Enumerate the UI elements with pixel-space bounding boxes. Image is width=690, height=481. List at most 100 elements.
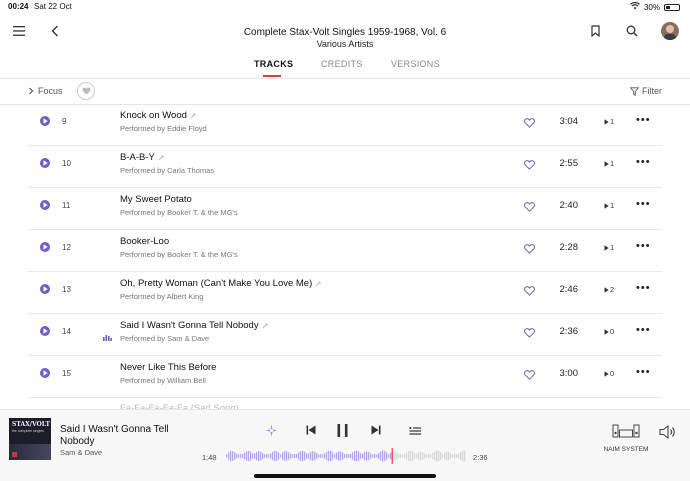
track-title[interactable]: My Sweet Potato <box>120 194 192 205</box>
now-playing-artist[interactable]: Sam & Dave <box>60 448 102 457</box>
volume-icon[interactable] <box>659 424 677 444</box>
play-count-icon <box>604 370 609 377</box>
track-performer[interactable]: Performed by Sam & Dave <box>120 334 209 343</box>
waveform-bar <box>346 454 348 458</box>
more-options-icon[interactable]: ••• <box>636 114 651 126</box>
favorite-track-icon[interactable] <box>523 199 536 217</box>
tab-tracks[interactable]: TRACKS <box>254 59 293 69</box>
track-performer[interactable]: Performed by William Bell <box>120 376 206 385</box>
more-options-icon[interactable]: ••• <box>636 366 651 378</box>
playhead[interactable] <box>391 448 393 464</box>
track-title[interactable]: Said I Wasn't Gonna Tell Nobody <box>120 320 268 331</box>
track-row[interactable]: 10 B-A-B-Y Performed by Carla Thomas 2:55 1 •… <box>28 146 662 188</box>
play-track-icon[interactable] <box>40 284 50 294</box>
track-row[interactable]: 14 Said I Wasn't Gonna Tell Nobody Perform… <box>28 314 662 356</box>
track-title[interactable]: Oh, Pretty Woman (Can't Make You Love Me… <box>120 278 321 289</box>
pause-icon[interactable] <box>335 423 349 437</box>
waveform-bar <box>302 450 304 462</box>
track-title-text: Booker-Loo <box>120 236 170 247</box>
waveform-bar <box>378 453 380 459</box>
waveform-bar <box>250 451 252 461</box>
track-performer[interactable]: Performed by Booker T. & the MG's <box>120 250 238 259</box>
waveform-bar <box>236 453 238 459</box>
tab-credits[interactable]: CREDITS <box>321 59 363 69</box>
now-playing-bar: STAX/VOLT the complete singles Said I Wa… <box>0 409 690 481</box>
play-track-icon[interactable] <box>40 326 50 336</box>
track-row[interactable]: 12 Booker-Loo Performed by Booker T. & the… <box>28 230 662 272</box>
waveform-bar <box>388 454 390 458</box>
album-artist[interactable]: Various Artists <box>0 39 690 49</box>
track-row[interactable]: 9 Knock on Wood Performed by Eddie Floyd 3:… <box>28 104 662 146</box>
play-track-icon[interactable] <box>40 242 50 252</box>
track-title[interactable]: Knock on Wood <box>120 110 196 121</box>
track-row[interactable]: 11 My Sweet Potato Performed by Booker T. … <box>28 188 662 230</box>
play-track-icon[interactable] <box>40 116 50 126</box>
now-playing-title[interactable]: Said I Wasn't Gonna Tell Nobody <box>60 424 200 448</box>
play-count: 1 <box>604 117 614 126</box>
waveform-bar <box>306 453 308 459</box>
more-options-icon[interactable]: ••• <box>636 282 651 294</box>
favorite-track-icon[interactable] <box>523 325 536 343</box>
more-options-icon[interactable]: ••• <box>636 240 651 252</box>
favorite-track-icon[interactable] <box>523 283 536 301</box>
track-duration: 2:28 <box>559 242 579 253</box>
waveform-bar <box>382 450 384 462</box>
track-row[interactable]: 15 Never Like This Before Performed by Wil… <box>28 356 662 398</box>
user-avatar[interactable] <box>661 22 679 40</box>
total-time: 2:36 <box>473 453 488 462</box>
track-title[interactable]: Never Like This Before <box>120 362 216 373</box>
waveform-bar <box>386 452 388 460</box>
previous-track-icon[interactable] <box>304 423 318 437</box>
track-performer[interactable]: Performed by Albert King <box>120 292 203 301</box>
bookmark-icon[interactable] <box>588 24 602 38</box>
track-title-text: My Sweet Potato <box>120 194 192 205</box>
track-title[interactable]: B-A-B-Y <box>120 152 164 163</box>
radio-sparkle-icon[interactable] <box>264 423 278 437</box>
waveform-bar <box>404 453 406 459</box>
favorite-track-icon[interactable] <box>523 367 536 385</box>
favorite-track-icon[interactable] <box>523 241 536 259</box>
waveform-bar <box>414 453 416 459</box>
output-device-button[interactable]: NAIM SYSTEM <box>603 424 649 454</box>
track-title[interactable]: Booker-Loo <box>120 236 169 247</box>
status-date: Sat 22 Oct <box>34 2 72 11</box>
waveform-bar <box>434 451 436 461</box>
track-performer[interactable]: Performed by Booker T. & the MG's <box>120 208 238 217</box>
waveform-bar <box>326 451 328 461</box>
play-track-icon[interactable] <box>40 368 50 378</box>
next-track-icon[interactable] <box>369 423 383 437</box>
favorite-track-icon[interactable] <box>523 157 536 175</box>
favorite-album-button[interactable] <box>77 82 95 100</box>
waveform-bar <box>246 451 248 461</box>
filter-button[interactable]: Filter <box>630 86 662 96</box>
favorite-track-icon[interactable] <box>523 115 536 133</box>
waveform-bar <box>280 454 282 458</box>
waveform-bar <box>270 453 272 459</box>
more-options-icon[interactable]: ••• <box>636 324 651 336</box>
waveform-seekbar[interactable] <box>226 448 466 464</box>
waveform-bar <box>340 451 342 461</box>
more-options-icon[interactable]: ••• <box>636 198 651 210</box>
waveform-bar <box>464 450 466 462</box>
track-performer[interactable]: Performed by Carla Thomas <box>120 166 214 175</box>
toolbar: Focus Filter <box>0 80 690 104</box>
queue-icon[interactable] <box>408 423 422 437</box>
focus-toggle[interactable]: Focus <box>28 86 63 96</box>
waveform-bar <box>324 453 326 459</box>
play-track-icon[interactable] <box>40 200 50 210</box>
search-icon[interactable] <box>625 24 639 38</box>
track-performer[interactable]: Performed by Eddie Floyd <box>120 124 207 133</box>
album-art[interactable]: STAX/VOLT the complete singles <box>9 418 51 460</box>
waveform-bar <box>332 452 334 460</box>
waveform-bar <box>292 454 294 458</box>
more-options-icon[interactable]: ••• <box>636 156 651 168</box>
track-number: 15 <box>62 369 71 378</box>
play-track-icon[interactable] <box>40 158 50 168</box>
filter-icon <box>630 86 639 96</box>
track-title-text: Said I Wasn't Gonna Tell Nobody <box>120 320 259 331</box>
waveform-bar <box>396 452 398 460</box>
track-title-text: Oh, Pretty Woman (Can't Make You Love Me… <box>120 278 313 289</box>
waveform-bar <box>442 454 444 458</box>
tab-versions[interactable]: VERSIONS <box>391 59 440 69</box>
track-row[interactable]: 13 Oh, Pretty Woman (Can't Make You Love … <box>28 272 662 314</box>
